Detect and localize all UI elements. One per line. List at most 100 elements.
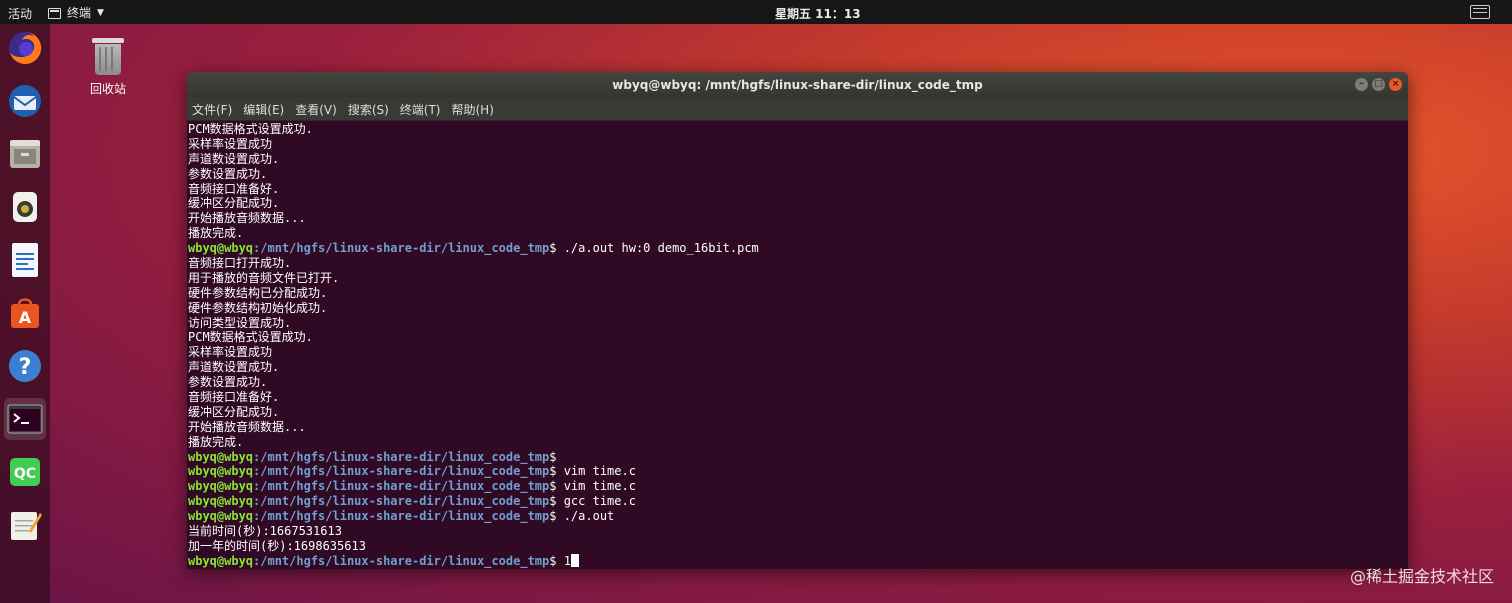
prompt-user: wbyq@wbyq — [188, 241, 254, 256]
trash-label: 回收站 — [89, 82, 126, 96]
output-line: PCM数据格式设置成功. — [188, 122, 313, 136]
menu-file[interactable]: 文件(F) — [192, 101, 232, 118]
prompt-sep: $ — [549, 479, 564, 494]
menu-bar: 文件(F) 编辑(E) 查看(V) 搜索(S) 终端(T) 帮助(H) — [187, 98, 1408, 121]
dock-qt-creator[interactable]: QC — [4, 451, 46, 493]
output-line: 当前时间(秒):1667531613 — [188, 524, 342, 539]
window-controls: – □ × — [1355, 78, 1402, 91]
output-line: 采样率设置成功 — [188, 136, 273, 151]
dock-files[interactable] — [4, 133, 46, 175]
prompt-sep: $ — [549, 494, 564, 509]
maximize-button[interactable]: □ — [1372, 78, 1385, 91]
prompt-sep: $ — [549, 553, 564, 568]
command-text: ./a.out hw:0 demo_16bit.pcm — [563, 241, 759, 256]
top-bar: 活动 终端 ▼ 星期五 11：13 — [0, 0, 1512, 24]
activities-button[interactable]: 活动 — [8, 5, 32, 22]
output-line: 硬件参数结构已分配成功. — [188, 285, 328, 300]
command-text: ./a.out — [563, 509, 615, 524]
prompt-sep: $ — [549, 464, 564, 479]
output-line: 缓冲区分配成功. — [188, 404, 280, 419]
prompt-sep: $ — [549, 241, 564, 256]
shopping-bag-icon: A — [11, 298, 39, 328]
dock-ubuntu-software[interactable]: A — [4, 292, 46, 334]
prompt-user: wbyq@wbyq — [188, 449, 254, 464]
command-text: 1 — [563, 553, 571, 568]
prompt-line: wbyq@wbyq:/mnt/hgfs/linux-share-dir/linu… — [188, 241, 1408, 256]
prompt-line: wbyq@wbyq:/mnt/hgfs/linux-share-dir/linu… — [188, 509, 1408, 524]
prompt-path: :/mnt/hgfs/linux-share-dir/linux_code_tm… — [253, 553, 550, 568]
output-line: 访问类型设置成功. — [188, 315, 292, 330]
watermark: @稀土掘金技术社区 — [1349, 567, 1494, 586]
output-line: 缓冲区分配成功. — [188, 196, 280, 211]
output-line: PCM数据格式设置成功. — [188, 330, 313, 345]
svg-text:A: A — [19, 308, 32, 327]
output-line: 声道数设置成功. — [188, 360, 280, 375]
svg-text:QC: QC — [14, 466, 36, 482]
menu-help[interactable]: 帮助(H) — [452, 101, 494, 118]
chevron-down-icon: ▼ — [97, 7, 104, 18]
terminal-output[interactable]: PCM数据格式设置成功. 采样率设置成功 声道数设置成功. 参数设置成功. 音频接口准备… — [187, 122, 1408, 569]
prompt-path: :/mnt/hgfs/linux-share-dir/linux_code_tm… — [253, 494, 550, 509]
terminal-icon — [7, 404, 43, 434]
dock-rhythmbox[interactable] — [4, 186, 46, 228]
app-menu[interactable]: 终端 ▼ — [48, 4, 104, 21]
prompt-line: wbyq@wbyq:/mnt/hgfs/linux-share-dir/linu… — [188, 494, 1408, 509]
terminal-app-icon — [48, 8, 61, 19]
trash-icon — [92, 38, 124, 76]
prompt-user: wbyq@wbyq — [188, 479, 254, 494]
output-line: 开始播放音频数据... — [188, 211, 306, 226]
output-line: 开始播放音频数据... — [188, 419, 306, 434]
window-title: wbyq@wbyq: /mnt/hgfs/linux-share-dir/lin… — [612, 78, 983, 92]
output-line: 参数设置成功. — [188, 375, 268, 390]
desktop-trash[interactable]: 回收站 — [80, 38, 136, 97]
menu-view[interactable]: 查看(V) — [295, 101, 337, 118]
output-line: 用于播放的音频文件已打开. — [188, 270, 340, 285]
menu-terminal[interactable]: 终端(T) — [400, 101, 441, 118]
output-line: 播放完成. — [188, 226, 244, 241]
dock: A ? QC — [0, 24, 50, 603]
prompt-path: :/mnt/hgfs/linux-share-dir/linux_code_tm… — [253, 449, 550, 464]
prompt-line: wbyq@wbyq:/mnt/hgfs/linux-share-dir/linu… — [188, 479, 1408, 494]
prompt-sep: $ — [549, 509, 564, 524]
dock-writer[interactable] — [4, 239, 46, 281]
output-line: 采样率设置成功 — [188, 345, 273, 360]
prompt-sep: $ — [549, 449, 564, 464]
dock-text-editor[interactable] — [4, 504, 46, 546]
terminal-window[interactable]: wbyq@wbyq: /mnt/hgfs/linux-share-dir/lin… — [187, 72, 1408, 569]
menu-edit[interactable]: 编辑(E) — [243, 101, 284, 118]
qt-icon: QC — [10, 458, 40, 486]
app-menu-label: 终端 — [67, 6, 92, 20]
output-line: 硬件参数结构初始化成功. — [188, 300, 328, 315]
prompt-path: :/mnt/hgfs/linux-share-dir/linux_code_tm… — [253, 509, 550, 524]
prompt-user: wbyq@wbyq — [188, 553, 254, 568]
prompt-user: wbyq@wbyq — [188, 494, 254, 509]
output-line: 声道数设置成功. — [188, 151, 280, 166]
close-button[interactable]: × — [1389, 78, 1402, 91]
output-line: 音频接口打开成功. — [188, 256, 292, 271]
thunderbird-icon — [9, 85, 41, 117]
help-icon: ? — [9, 350, 41, 382]
dock-terminal[interactable] — [4, 398, 46, 440]
output-line: 音频接口准备好. — [188, 181, 280, 196]
prompt-path: :/mnt/hgfs/linux-share-dir/linux_code_tm… — [253, 464, 550, 479]
dock-thunderbird[interactable] — [4, 80, 46, 122]
prompt-line: wbyq@wbyq:/mnt/hgfs/linux-share-dir/linu… — [188, 553, 1408, 569]
output-line: 播放完成. — [188, 434, 244, 449]
prompt-path: :/mnt/hgfs/linux-share-dir/linux_code_tm… — [253, 479, 550, 494]
output-line: 音频接口准备好. — [188, 390, 280, 405]
firefox-icon — [9, 31, 42, 64]
menu-search[interactable]: 搜索(S) — [348, 101, 389, 118]
command-text: vim time.c — [563, 464, 636, 479]
dock-help[interactable]: ? — [4, 345, 46, 387]
minimize-button[interactable]: – — [1355, 78, 1368, 91]
system-menu-icon[interactable] — [1470, 5, 1490, 19]
clock[interactable]: 星期五 11：13 — [775, 5, 861, 22]
command-text: gcc time.c — [563, 494, 636, 509]
window-titlebar[interactable]: wbyq@wbyq: /mnt/hgfs/linux-share-dir/lin… — [187, 72, 1408, 98]
prompt-path: :/mnt/hgfs/linux-share-dir/linux_code_tm… — [253, 241, 550, 256]
prompt-user: wbyq@wbyq — [188, 464, 254, 479]
output-line: 参数设置成功. — [188, 166, 268, 181]
dock-firefox[interactable] — [4, 27, 46, 69]
document-icon — [12, 243, 38, 277]
prompt-user: wbyq@wbyq — [188, 509, 254, 524]
